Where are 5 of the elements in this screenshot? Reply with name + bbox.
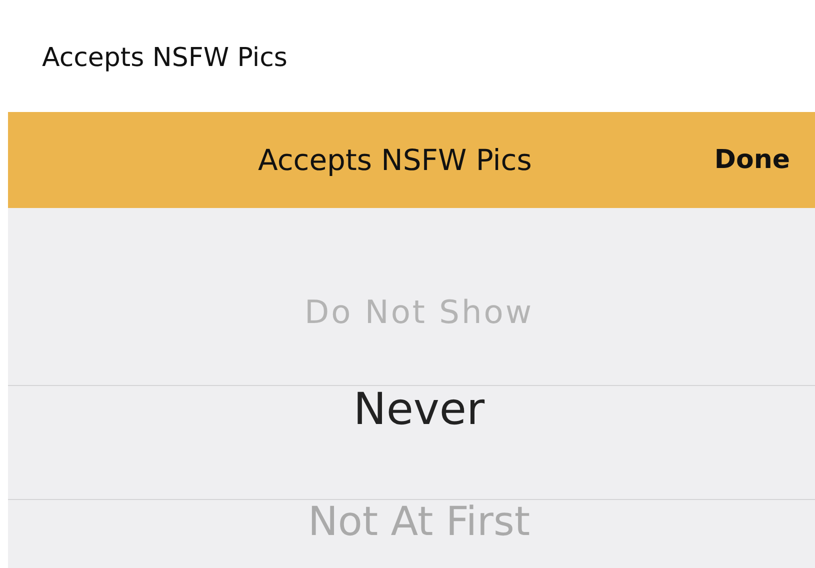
field-label: Accepts NSFW Pics <box>42 43 288 73</box>
toolbar-title: Accepts NSFW Pics <box>257 143 533 177</box>
picker-option[interactable]: Never <box>353 386 485 434</box>
picker-wheel[interactable]: Do Not Show Never Not At First <box>8 208 815 568</box>
done-button[interactable]: Done <box>694 145 815 175</box>
